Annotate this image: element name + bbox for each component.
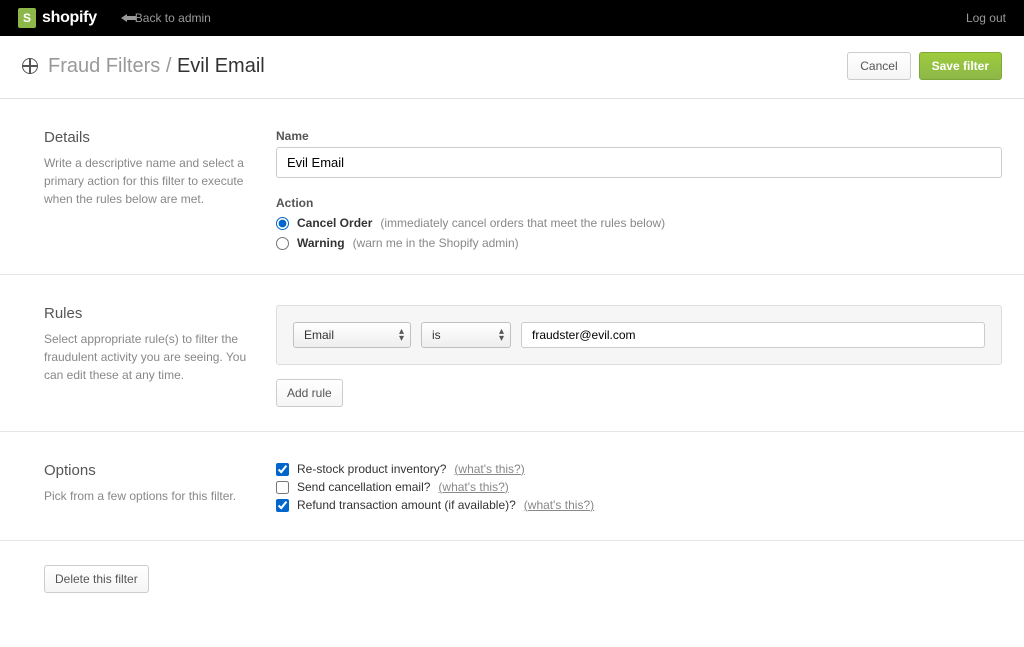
rule-comparator-select[interactable]: is ▴▾	[421, 322, 511, 348]
options-desc: Pick from a few options for this filter.	[44, 487, 256, 505]
rule-row: Email ▴▾ is ▴▾	[293, 322, 985, 348]
brand-name: shopify	[42, 9, 97, 27]
option-refund-row: Refund transaction amount (if available)…	[276, 498, 1002, 512]
save-filter-button[interactable]: Save filter	[919, 52, 1002, 80]
action-warning-row: Warning (warn me in the Shopify admin)	[276, 236, 1002, 250]
breadcrumb-current: Evil Email	[177, 55, 265, 77]
rules-section: Rules Select appropriate rule(s) to filt…	[0, 275, 1024, 432]
add-rule-button[interactable]: Add rule	[276, 379, 343, 407]
arrow-left-icon	[121, 14, 127, 22]
action-cancel-radio[interactable]	[276, 217, 289, 230]
action-cancel-name: Cancel Order	[297, 216, 372, 230]
action-warning-hint: (warn me in the Shopify admin)	[353, 236, 519, 250]
refund-label: Refund transaction amount (if available)…	[297, 498, 516, 512]
back-label: Back to admin	[135, 11, 211, 25]
details-title: Details	[44, 129, 256, 146]
restock-checkbox[interactable]	[276, 463, 289, 476]
breadcrumb-separator: /	[166, 55, 172, 77]
rules-desc: Select appropriate rule(s) to filter the…	[44, 330, 256, 384]
rules-body: Email ▴▾ is ▴▾ Add rule	[276, 305, 1002, 407]
chevron-up-down-icon: ▴▾	[499, 328, 504, 342]
breadcrumb-text: Fraud Filters / Evil Email	[48, 55, 265, 78]
details-desc: Write a descriptive name and select a pr…	[44, 154, 256, 208]
rules-sidebar: Rules Select appropriate rule(s) to filt…	[44, 305, 276, 407]
options-sidebar: Options Pick from a few options for this…	[44, 462, 276, 516]
content: Details Write a descriptive name and sel…	[0, 99, 1024, 617]
option-restock-row: Re-stock product inventory? what's this?	[276, 462, 1002, 476]
rule-field-value: Email	[304, 328, 334, 342]
breadcrumb: Fraud Filters / Evil Email	[22, 55, 265, 78]
action-cancel-hint: (immediately cancel orders that meet the…	[380, 216, 665, 230]
details-sidebar: Details Write a descriptive name and sel…	[44, 129, 276, 250]
refund-checkbox[interactable]	[276, 499, 289, 512]
action-label: Action	[276, 196, 1002, 210]
options-section: Options Pick from a few options for this…	[0, 432, 1024, 541]
option-send-email-row: Send cancellation email? what's this?	[276, 480, 1002, 494]
details-body: Name Action Cancel Order (immediately ca…	[276, 129, 1002, 250]
breadcrumb-parent[interactable]: Fraud Filters	[48, 55, 160, 77]
topbar: shopify Back to admin Log out	[0, 0, 1024, 36]
rule-comparator-value: is	[432, 328, 441, 342]
rule-value-input[interactable]	[521, 322, 985, 348]
filter-name-input[interactable]	[276, 147, 1002, 178]
rules-panel: Email ▴▾ is ▴▾	[276, 305, 1002, 365]
header-buttons: Cancel Save filter	[847, 52, 1002, 80]
action-cancel-row: Cancel Order (immediately cancel orders …	[276, 216, 1002, 230]
rule-field-select[interactable]: Email ▴▾	[293, 322, 411, 348]
rules-title: Rules	[44, 305, 256, 322]
topbar-left: shopify Back to admin	[18, 8, 211, 28]
page-header: Fraud Filters / Evil Email Cancel Save f…	[0, 36, 1024, 99]
restock-label: Re-stock product inventory?	[297, 462, 446, 476]
options-body: Re-stock product inventory? what's this?…	[276, 462, 1002, 516]
shopify-bag-icon	[18, 8, 36, 28]
details-section: Details Write a descriptive name and sel…	[0, 99, 1024, 275]
options-title: Options	[44, 462, 256, 479]
cancel-button[interactable]: Cancel	[847, 52, 910, 80]
whats-this-link[interactable]: what's this?	[524, 498, 594, 512]
delete-section: Delete this filter	[0, 541, 1024, 617]
delete-filter-button[interactable]: Delete this filter	[44, 565, 149, 593]
send-email-checkbox[interactable]	[276, 481, 289, 494]
back-to-admin-link[interactable]: Back to admin	[121, 11, 211, 25]
globe-icon	[22, 58, 38, 74]
shopify-logo[interactable]: shopify	[18, 8, 97, 28]
chevron-up-down-icon: ▴▾	[399, 328, 404, 342]
whats-this-link[interactable]: what's this?	[454, 462, 524, 476]
send-email-label: Send cancellation email?	[297, 480, 430, 494]
action-warning-name: Warning	[297, 236, 345, 250]
whats-this-link[interactable]: what's this?	[438, 480, 508, 494]
action-block: Action Cancel Order (immediately cancel …	[276, 196, 1002, 250]
logout-link[interactable]: Log out	[966, 11, 1006, 25]
action-warning-radio[interactable]	[276, 237, 289, 250]
name-label: Name	[276, 129, 1002, 143]
